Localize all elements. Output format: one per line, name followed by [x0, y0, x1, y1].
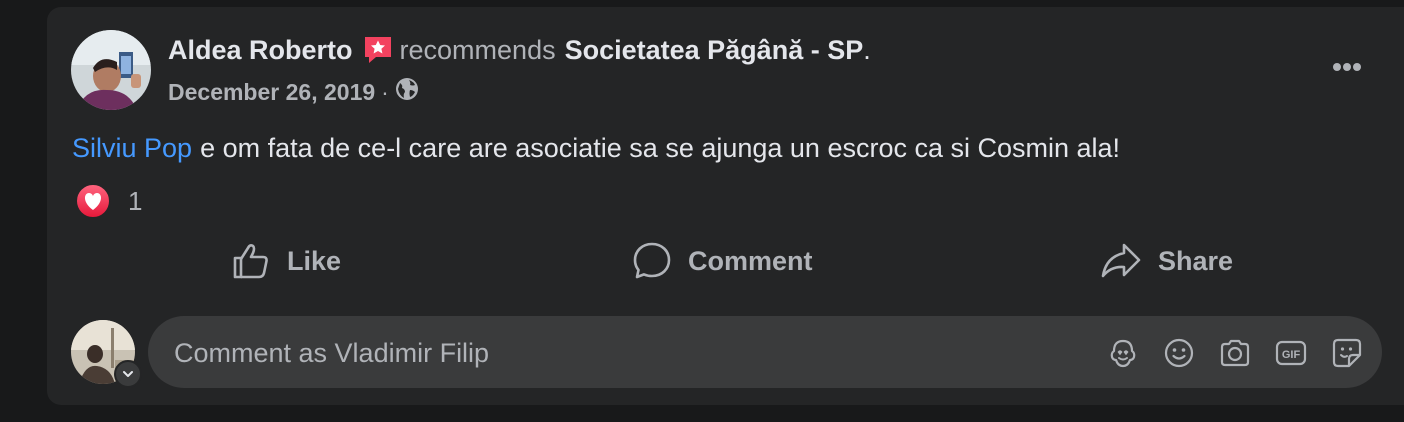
gif-icon[interactable]: GIF	[1274, 336, 1308, 370]
share-arrow-icon	[1101, 243, 1141, 278]
thumbs-up-icon	[233, 244, 268, 279]
emoji-icon[interactable]	[1162, 336, 1196, 370]
camera-icon[interactable]	[1218, 336, 1252, 370]
love-reaction-icon	[75, 183, 111, 219]
like-label: Like	[287, 245, 342, 276]
comment-bubble-icon	[633, 242, 671, 279]
action-bar: Like Comment Share	[47, 232, 1404, 290]
avatar-sticker-icon[interactable]	[1106, 336, 1140, 370]
comment-button[interactable]: Comment	[632, 232, 813, 290]
like-button[interactable]: Like	[231, 232, 341, 290]
recommends-text: recommends	[399, 34, 556, 65]
meta-separator: ·	[381, 78, 389, 105]
post-body-text: e om fata de ce-l care are asociatie sa …	[200, 133, 1121, 163]
author-name[interactable]: Aldea Roberto	[168, 35, 353, 66]
share-button[interactable]: Share	[1100, 232, 1233, 290]
svg-text:GIF: GIF	[1282, 349, 1301, 361]
page-name-link[interactable]: Societatea Păgână - SP	[565, 35, 864, 66]
post-date[interactable]: December 26, 2019	[168, 79, 375, 106]
post-header: Aldea Roberto recommends Societatea Păgâ…	[168, 34, 871, 66]
author-avatar[interactable]	[71, 30, 151, 110]
globe-icon	[395, 77, 419, 107]
reaction-count: 1	[128, 185, 143, 216]
post-card: Aldea Roberto recommends Societatea Păgâ…	[47, 7, 1404, 405]
more-options-button[interactable]	[1317, 47, 1377, 87]
post-meta: December 26, 2019 ·	[168, 77, 419, 107]
post-body: Silviu Pop e om fata de ce-l care are aso…	[72, 133, 1120, 164]
header-period: .	[863, 34, 871, 65]
sticker-icon[interactable]	[1330, 336, 1364, 370]
account-switch-button[interactable]	[114, 360, 142, 388]
comment-input[interactable]	[172, 316, 1076, 390]
reactions-summary[interactable]: 1	[74, 182, 142, 220]
author-avatar-image	[71, 30, 151, 110]
mention-link[interactable]: Silviu Pop	[72, 133, 192, 163]
share-label: Share	[1158, 245, 1234, 276]
chevron-down-icon	[123, 371, 133, 377]
comment-label: Comment	[688, 245, 813, 276]
more-dots-icon	[1333, 63, 1361, 71]
recommendation-star-icon	[362, 34, 394, 66]
comment-composer: GIF	[148, 316, 1382, 390]
